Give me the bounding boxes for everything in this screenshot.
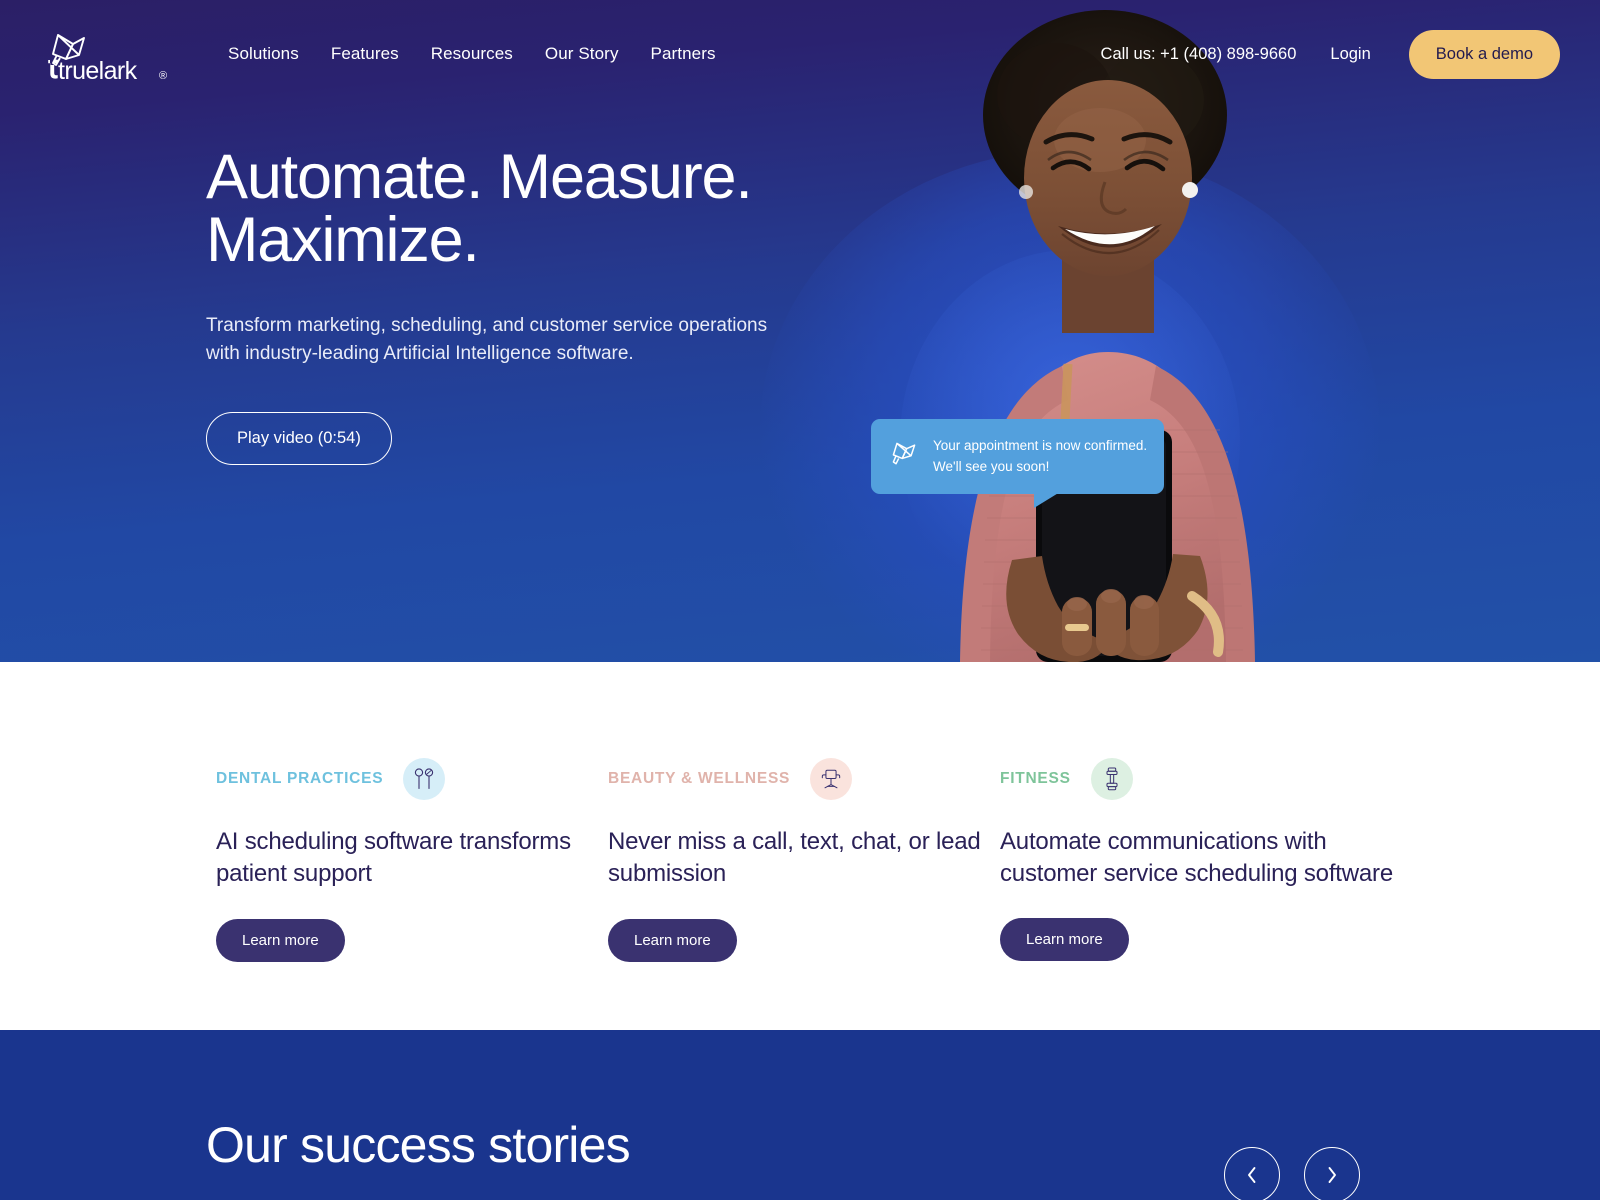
play-video-button[interactable]: Play video (0:54): [206, 412, 392, 466]
nav-item-features[interactable]: Features: [331, 44, 399, 64]
card-title-fitness: Automate communications with customer se…: [1000, 828, 1393, 887]
call-us-phone-link[interactable]: Call us: +1 (408) 898-9660: [1101, 45, 1297, 64]
bubble-line-2: We'll see you soon!: [933, 458, 1050, 474]
industry-card-dental: DENTAL PRACTICES AI scheduling software …: [216, 756, 608, 962]
nav-item-resources[interactable]: Resources: [431, 44, 513, 64]
svg-text:®: ®: [159, 70, 167, 82]
bubble-message-text: Your appointment is now confirmed. We'll…: [933, 436, 1147, 477]
hero-subheadline: Transform marketing, scheduling, and cus…: [206, 315, 768, 364]
nav-item-solutions[interactable]: Solutions: [228, 44, 299, 64]
chevron-left-icon: [1245, 1165, 1259, 1185]
card-title-dental: AI scheduling software transforms patien…: [216, 828, 571, 887]
card-header: FITNESS: [1000, 756, 1420, 802]
hero-headline-line-1: Automate. Measure.: [206, 142, 753, 212]
svg-text:truelark: truelark: [58, 57, 138, 83]
learn-more-button-dental[interactable]: Learn more: [216, 918, 345, 962]
main-navigation: Solutions Features Resources Our Story P…: [228, 44, 716, 64]
login-link[interactable]: Login: [1330, 45, 1370, 64]
nav-item-our-story[interactable]: Our Story: [545, 44, 619, 64]
card-title-beauty: Never miss a call, text, chat, or lead s…: [608, 828, 981, 887]
nav-item-partners[interactable]: Partners: [651, 44, 716, 64]
success-stories-title: Our success stories: [206, 1117, 631, 1173]
industry-cards-row: DENTAL PRACTICES AI scheduling software …: [0, 756, 1600, 962]
learn-more-button-fitness[interactable]: Learn more: [1000, 917, 1129, 961]
header-actions: Call us: +1 (408) 898-9660 Login Book a …: [1101, 29, 1560, 79]
dumbbell-icon: [1090, 758, 1133, 800]
card-header: BEAUTY & WELLNESS: [608, 756, 1000, 802]
hero-copy-block: Automate. Measure. Maximize. Transform m…: [206, 146, 846, 466]
card-eyebrow-fitness: FITNESS: [1000, 770, 1071, 787]
card-eyebrow-dental: DENTAL PRACTICES: [216, 770, 384, 787]
lark-bird-logo-icon: [889, 439, 919, 474]
card-eyebrow-beauty: BEAUTY & WELLNESS: [608, 770, 791, 787]
learn-more-button-beauty[interactable]: Learn more: [608, 918, 737, 962]
salon-chair-icon: [810, 758, 853, 800]
appointment-confirmation-bubble: Your appointment is now confirmed. We'll…: [871, 419, 1164, 509]
card-header: DENTAL PRACTICES: [216, 756, 608, 802]
industry-card-fitness: FITNESS Automate communications with cus…: [1000, 756, 1420, 962]
lark-bird-logo-icon: truelark ®: [44, 25, 176, 83]
industries-section: DENTAL PRACTICES AI scheduling software …: [0, 662, 1600, 1030]
carousel-next-button[interactable]: [1304, 1147, 1360, 1200]
hero-headline: Automate. Measure. Maximize.: [206, 146, 846, 272]
chevron-right-icon: [1325, 1165, 1339, 1185]
hero-section: truelark ® Solutions Features Resources …: [0, 0, 1600, 662]
truelark-logo[interactable]: truelark ®: [44, 25, 176, 83]
bubble-line-1: Your appointment is now confirmed.: [933, 438, 1148, 453]
industry-card-beauty: BEAUTY & WELLNESS Never miss a call, tex…: [608, 756, 1000, 962]
success-stories-section: Our success stories: [0, 1030, 1600, 1200]
book-a-demo-button[interactable]: Book a demo: [1408, 29, 1560, 79]
site-header: truelark ® Solutions Features Resources …: [0, 0, 1600, 108]
hero-headline-line-2: Maximize.: [206, 205, 480, 275]
dental-tools-icon: [403, 758, 446, 800]
stories-carousel-nav: [1224, 1147, 1360, 1200]
carousel-prev-button[interactable]: [1224, 1147, 1280, 1200]
